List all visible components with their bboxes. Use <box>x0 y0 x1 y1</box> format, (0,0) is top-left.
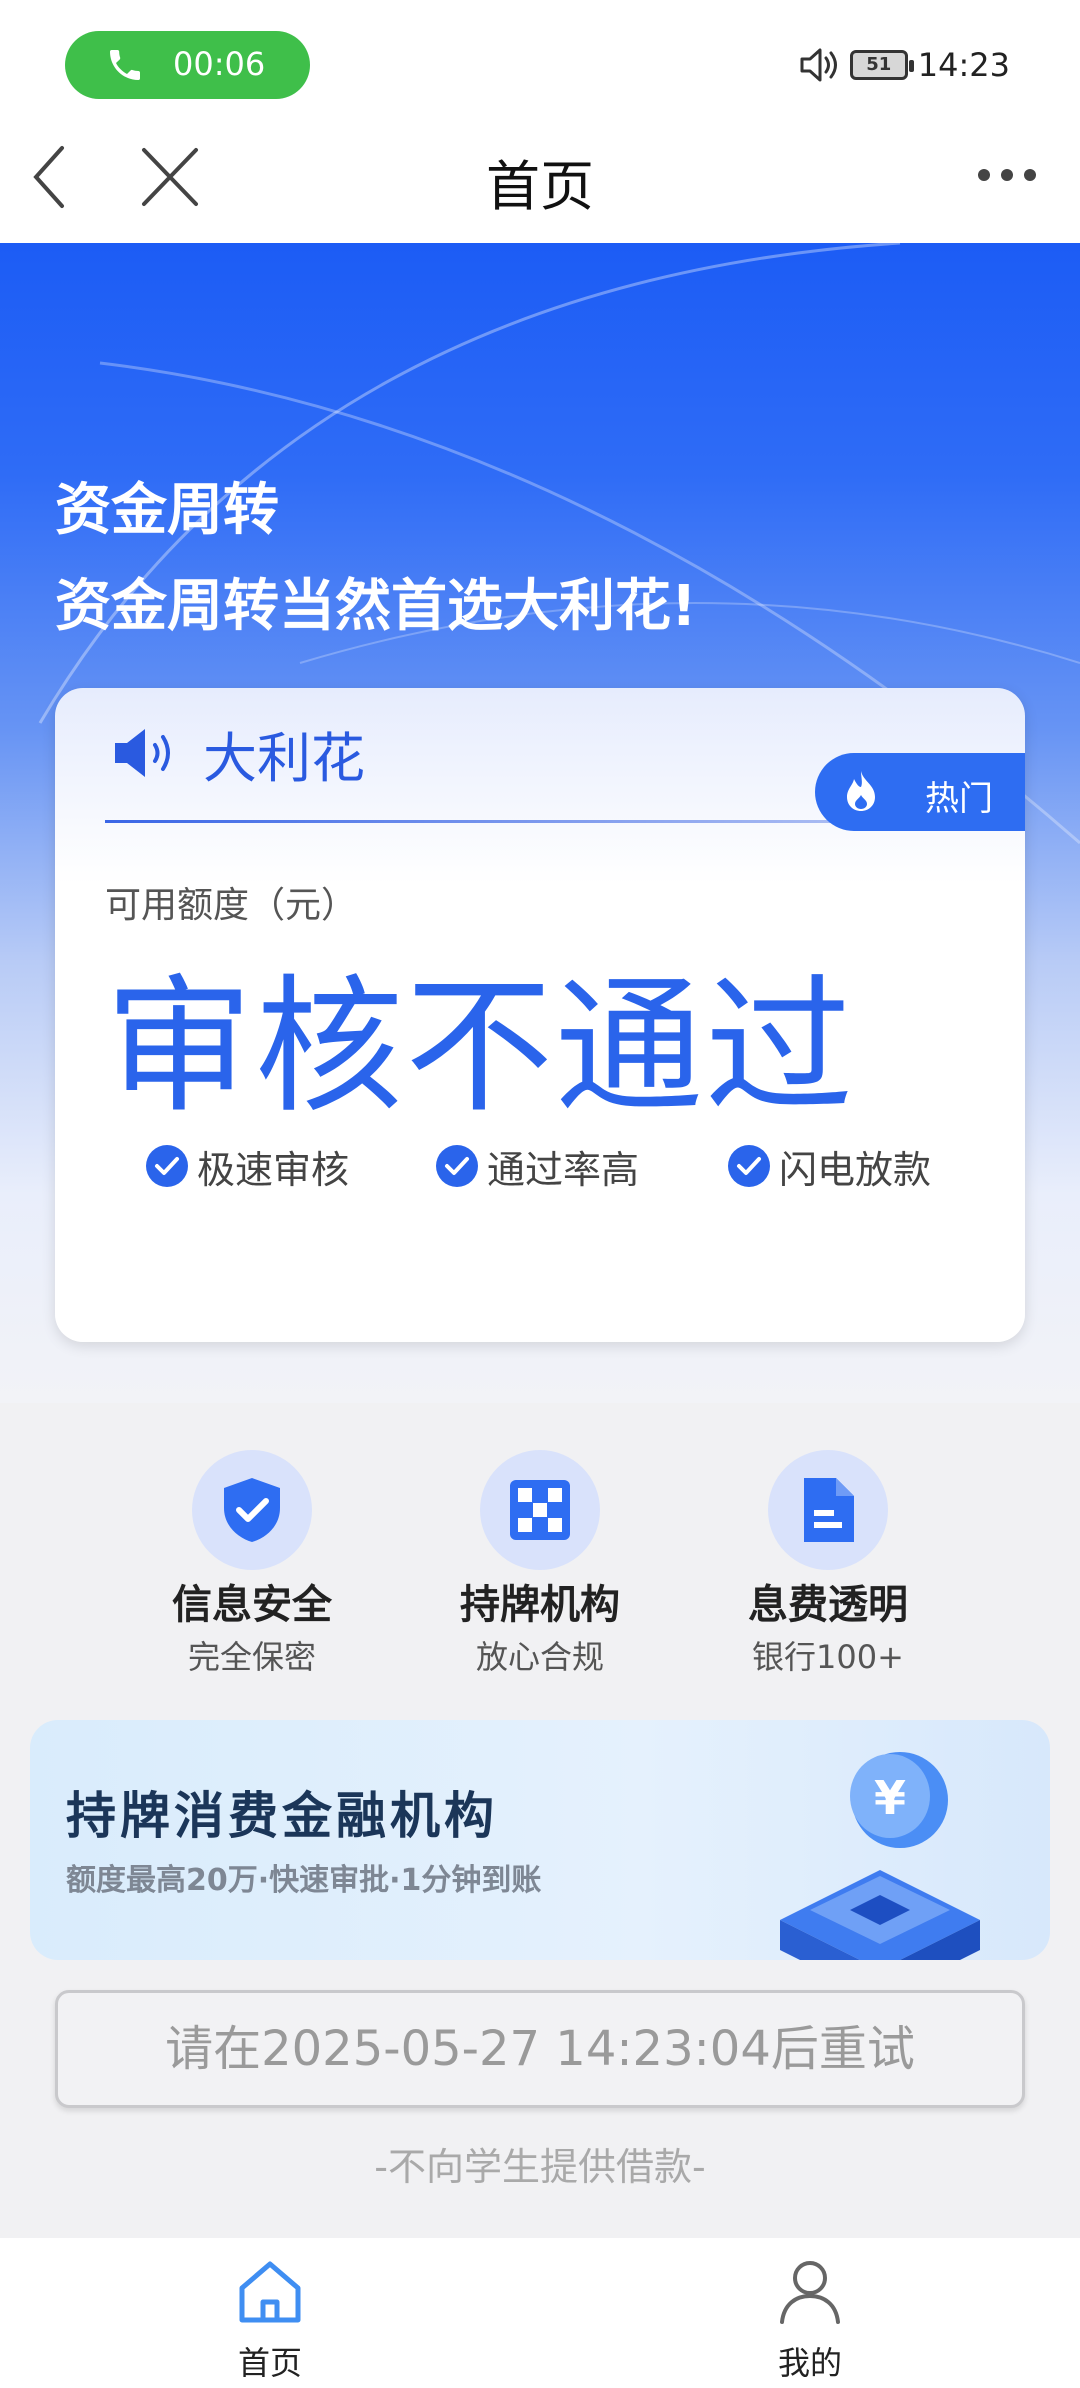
announcement-icon <box>115 729 170 777</box>
info-item-transparent: 息费透明 银行100+ <box>718 1450 938 1680</box>
info-subtitle: 银行100+ <box>752 1638 904 1676</box>
tab-label: 我的 <box>777 2344 842 2382</box>
divider <box>105 820 865 823</box>
feature-item: 极速审核 <box>145 1136 349 1196</box>
status-bar: 00:06 51 14:23 <box>0 0 1080 130</box>
feature-item: 闪电放款 <box>727 1136 931 1196</box>
more-icon[interactable] <box>976 160 1038 190</box>
retry-button[interactable]: 请在2025-05-27 14:23:04后重试 <box>55 1990 1025 2108</box>
feature-label: 通过率高 <box>487 1147 640 1192</box>
feature-label: 极速审核 <box>197 1147 350 1192</box>
user-icon <box>780 2261 840 2324</box>
status-icons: 51 14:23 <box>798 40 1010 90</box>
tab-label: 首页 <box>237 2344 302 2382</box>
check-circle-icon <box>728 1145 770 1187</box>
speaker-icon <box>800 48 837 82</box>
clock: 14:23 <box>917 46 1010 84</box>
bottom-tab-bar: 首页 我的 <box>0 2238 1080 2388</box>
document-icon <box>804 1478 854 1542</box>
hot-badge-label: 热门 <box>925 779 993 819</box>
info-icon-bg <box>192 1450 312 1570</box>
promo-banner[interactable]: 持牌消费金融机构 额度最高20万·快速审批·1分钟到账 ¥ <box>30 1720 1050 1960</box>
available-credit-label: 可用额度（元） <box>105 885 358 926</box>
brand-header: 大利花 <box>111 718 365 790</box>
student-notice: -不向学生提供借款- <box>374 2145 706 2189</box>
hero-headline: 资金周转 <box>55 478 279 543</box>
page-title: 首页 <box>486 155 594 218</box>
check-circle-icon <box>436 1145 478 1187</box>
info-item-security: 信息安全 完全保密 <box>142 1450 362 1680</box>
hero-subheadline: 资金周转当然首选大利花! <box>55 574 697 639</box>
hot-badge: 热门 <box>815 753 1025 831</box>
brand-name: 大利花 <box>203 726 365 790</box>
svg-text:¥: ¥ <box>874 1771 906 1825</box>
checker-grid-icon <box>510 1480 570 1540</box>
tab-home[interactable]: 首页 <box>170 2256 370 2386</box>
call-indicator[interactable]: 00:06 <box>65 31 310 99</box>
phone-icon <box>110 50 140 80</box>
banner-title: 持牌消费金融机构 <box>66 1787 498 1845</box>
check-circle-icon <box>146 1145 188 1187</box>
fire-icon <box>847 771 875 811</box>
info-icon-bg <box>480 1450 600 1570</box>
info-item-licensed: 持牌机构 放心合规 <box>430 1450 650 1680</box>
battery-icon: 51 <box>849 50 914 80</box>
navigation-bar: 首页 <box>0 130 1080 243</box>
battery-level: 51 <box>866 54 892 75</box>
review-status: 审核不通过 <box>105 961 855 1133</box>
feature-item: 通过率高 <box>435 1136 639 1196</box>
info-title: 持牌机构 <box>460 1582 620 1628</box>
home-icon <box>239 2261 301 2323</box>
feature-list: 极速审核 通过率高 闪电放款 <box>145 1136 1005 1196</box>
tab-mine[interactable]: 我的 <box>710 2256 910 2386</box>
info-subtitle: 完全保密 <box>187 1638 316 1676</box>
shield-check-icon <box>224 1478 280 1542</box>
credit-card-panel: 大利花 热门 可用额度（元） 审核不通过 极速审核 通过率高 闪电放款 <box>55 688 1025 1342</box>
banner-subtitle: 额度最高20万·快速审批·1分钟到账 <box>66 1863 542 1898</box>
feature-label: 闪电放款 <box>779 1147 932 1192</box>
info-title: 息费透明 <box>748 1582 908 1628</box>
coin-platform-icon: ¥ <box>780 1752 980 1960</box>
call-timer: 00:06 <box>173 45 266 83</box>
info-title: 信息安全 <box>172 1582 332 1628</box>
info-subtitle: 放心合规 <box>475 1638 604 1676</box>
info-icon-bg <box>768 1450 888 1570</box>
